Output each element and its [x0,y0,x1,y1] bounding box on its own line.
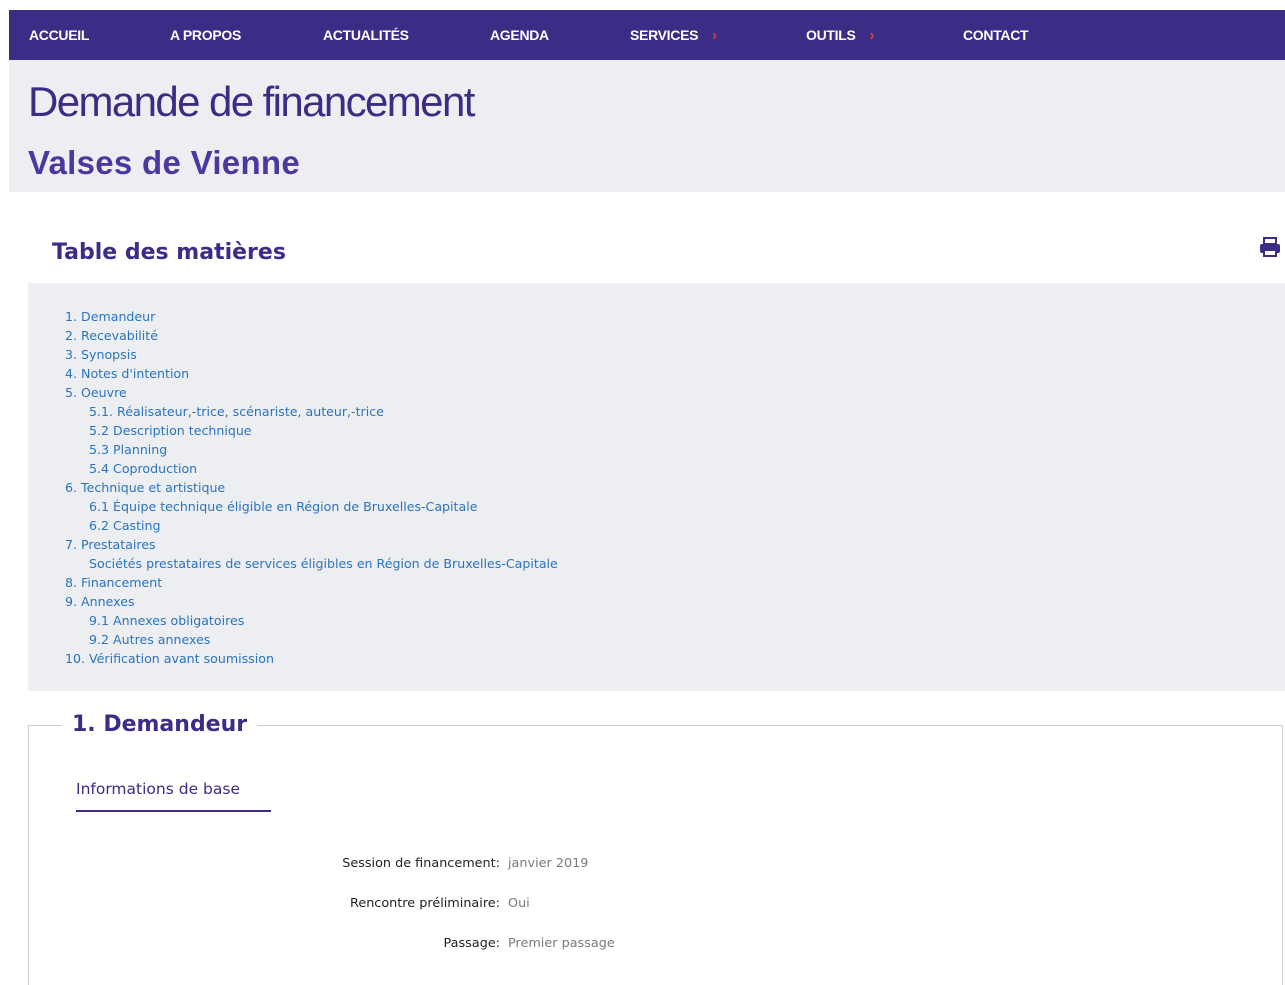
toc-sublink[interactable]: 9.2 Autres annexes [65,630,558,649]
nav-item-services[interactable]: SERVICES › [630,10,717,60]
toc-link[interactable]: 6. Technique et artistique [65,478,558,497]
printer-icon[interactable] [1258,235,1282,259]
toc-sublink[interactable]: 5.2 Description technique [65,421,558,440]
toc-link[interactable]: 3. Synopsis [65,345,558,364]
field-session-de-financement: Session de financement: janvier 2019 [0,856,1285,876]
toc-sublink[interactable]: 5.3 Planning [65,440,558,459]
nav-item-agenda[interactable]: AGENDA [490,10,549,60]
field-label: Passage: [443,936,500,951]
toc-sublink[interactable]: 5.4 Coproduction [65,459,558,478]
field-rencontre-preliminaire: Rencontre préliminaire: Oui [0,896,1285,916]
nav-item-a-propos[interactable]: A PROPOS [170,10,241,60]
active-tab-indicator [76,810,271,812]
toc-link[interactable]: 10. Vérification avant soumission [65,649,558,668]
toc-link[interactable]: 9. Annexes [65,592,558,611]
section-title: 1. Demandeur [62,712,258,737]
nav-item-outils[interactable]: OUTILS › [806,10,875,60]
tab-informations-de-base[interactable]: Informations de base [76,780,240,798]
nav-item-label: ACCUEIL [29,27,90,43]
nav-item-label: ACTUALITÉS [323,27,409,43]
toc-link[interactable]: 1. Demandeur [65,307,558,326]
toc-link[interactable]: 7. Prestataires [65,535,558,554]
field-value: janvier 2019 [508,856,589,871]
nav-item-accueil[interactable]: ACCUEIL [29,10,89,60]
nav-item-contact[interactable]: CONTACT [963,10,1029,60]
page-title: Demande de financement [28,78,475,125]
page-subtitle: Valses de Vienne [28,144,301,181]
toc-sublink[interactable]: 5.1. Réalisateur,-trice, scénariste, aut… [65,402,558,421]
nav-item-label: SERVICES [630,27,699,43]
nav-item-label: A PROPOS [170,27,241,43]
nav-item-actualites[interactable]: ACTUALITÉS [323,10,409,60]
toc-sublink[interactable]: Sociétés prestataires de services éligib… [65,554,558,573]
toc-sublink[interactable]: 6.1 Équipe technique éligible en Région … [65,497,558,516]
field-passage: Passage: Premier passage [0,936,1285,956]
main-navigation: ACCUEIL A PROPOS ACTUALITÉS AGENDA SERVI… [9,10,1285,60]
field-label: Rencontre préliminaire: [350,896,500,911]
nav-item-label: CONTACT [963,27,1029,43]
toc-list: 1. Demandeur 2. Recevabilité 3. Synopsis… [65,307,558,668]
field-value: Oui [508,896,530,911]
toc-link[interactable]: 8. Financement [65,573,558,592]
chevron-right-icon: › [712,26,717,44]
field-value: Premier passage [508,936,615,951]
toc-link[interactable]: 4. Notes d'intention [65,364,558,383]
nav-item-label: OUTILS [806,27,856,43]
chevron-right-icon: › [869,26,875,44]
table-of-contents: 1. Demandeur 2. Recevabilité 3. Synopsis… [28,283,1285,691]
nav-item-label: AGENDA [490,27,549,43]
toc-sublink[interactable]: 9.1 Annexes obligatoires [65,611,558,630]
toc-sublink[interactable]: 6.2 Casting [65,516,558,535]
field-label: Session de financement: [342,856,500,871]
toc-link[interactable]: 2. Recevabilité [65,326,558,345]
toc-heading: Table des matières [52,240,286,265]
page-header: Demande de financement Valses de Vienne [9,60,1285,192]
toc-link[interactable]: 5. Oeuvre [65,383,558,402]
